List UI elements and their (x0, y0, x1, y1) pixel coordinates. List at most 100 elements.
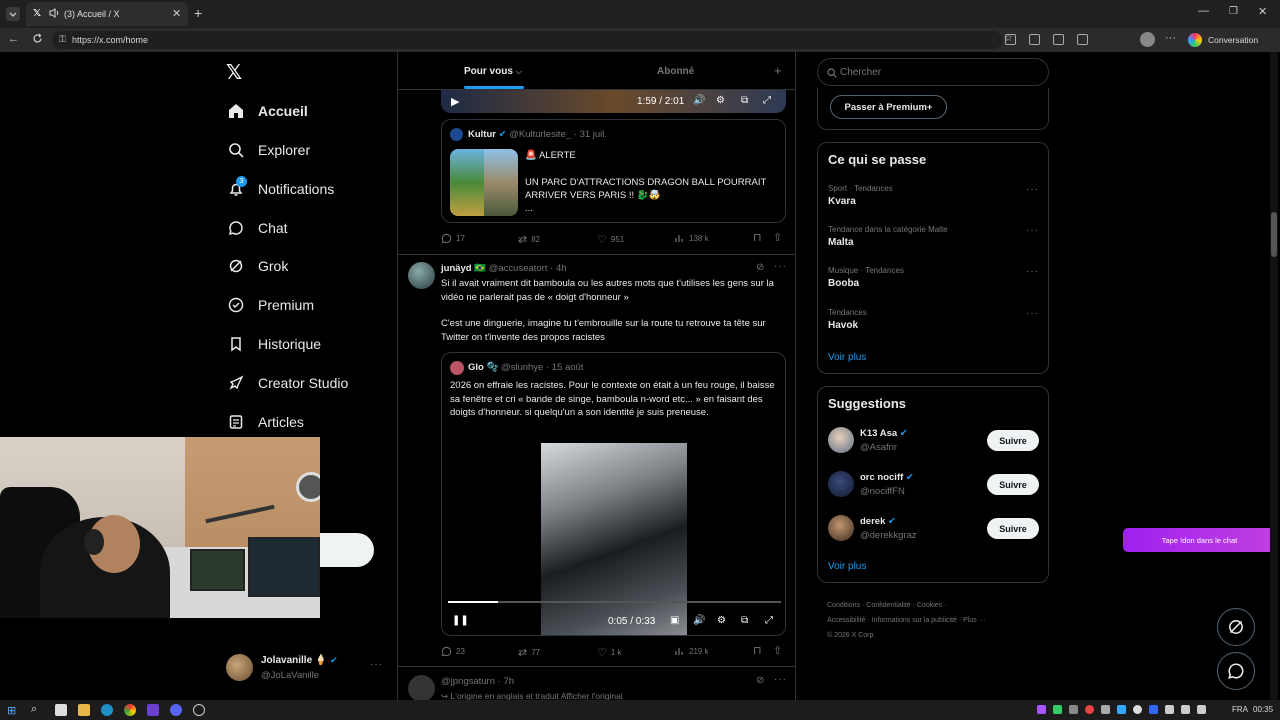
add-tab-icon[interactable]: + (774, 63, 782, 78)
like-button[interactable]: ♡ 951 (597, 233, 624, 246)
suggestion-row[interactable]: derek ✔ @derekkgraz Suivre (828, 513, 1040, 545)
new-tab-icon[interactable]: + (194, 5, 202, 21)
share-icon[interactable]: ⇧ (773, 644, 782, 657)
microphone-icon[interactable] (1133, 705, 1142, 714)
clock[interactable]: 00:35 (1253, 705, 1273, 714)
grok-icon[interactable]: ⊘ (756, 675, 764, 686)
volume-icon[interactable]: 🔊 (693, 615, 705, 626)
trends-see-more-link[interactable]: Voir plus (828, 352, 866, 363)
grok-floating-button[interactable] (1217, 608, 1255, 646)
reload-icon[interactable] (31, 32, 44, 45)
captions-icon[interactable]: ▣ (670, 615, 679, 626)
nav-premium[interactable]: Premium (228, 292, 314, 318)
nav-grok[interactable]: Grok (228, 253, 288, 279)
quote-card-2[interactable]: Glo 🫧 @slunhye · 15 août 2026 on effraie… (441, 352, 786, 636)
video-player-1[interactable]: ▶ 1:59 / 2:01 🔊 ⚙ ⧉ ⤢ (441, 90, 786, 113)
video-progress-track[interactable] (448, 601, 781, 603)
views-button[interactable]: 219 k (675, 646, 709, 656)
fullscreen-icon[interactable]: ⤢ (765, 615, 773, 626)
tray-app-icon[interactable] (1117, 705, 1126, 714)
tray-app-icon[interactable] (1101, 705, 1110, 714)
account-switcher[interactable]: Jolavanille 🍦 ✔ @JoLaVanille ··· (226, 652, 386, 684)
page-scrollbar[interactable] (1270, 52, 1278, 700)
tray-app-icon[interactable] (1085, 705, 1094, 714)
grok-icon[interactable]: ⊘ (756, 262, 764, 273)
share-icon[interactable]: ⇧ (773, 231, 782, 244)
nav-notifications[interactable]: 3 Notifications (228, 176, 334, 202)
play-icon[interactable]: ▶ (451, 95, 459, 108)
footer-line-2[interactable]: Accessibilité · Informations sur la publ… (827, 613, 1047, 628)
tab-close-icon[interactable]: ✕ (172, 7, 181, 20)
start-icon[interactable]: ⊞ (7, 704, 16, 717)
pip-icon[interactable]: ⧉ (741, 95, 748, 106)
network-icon[interactable] (1181, 705, 1190, 714)
settings-icon[interactable]: ⚙ (716, 95, 725, 106)
profile-avatar-icon[interactable] (1140, 32, 1155, 47)
reader-icon[interactable] (1029, 34, 1040, 45)
edge-icon[interactable] (101, 704, 113, 716)
puzzle-icon[interactable] (1077, 34, 1088, 45)
tray-app-icon[interactable] (1165, 705, 1174, 714)
tweet-2-handle[interactable]: @accuseatort (489, 263, 548, 274)
more-menu-icon[interactable]: ··· (1165, 32, 1176, 44)
views-button[interactable]: 138 k (675, 233, 709, 243)
discord-icon[interactable] (170, 704, 182, 716)
speaker-icon[interactable] (48, 7, 60, 19)
trend-more-icon[interactable]: ··· (1026, 266, 1039, 277)
language-indicator[interactable]: FRA (1232, 705, 1248, 714)
retweet-button[interactable]: ⇄ 77 (518, 646, 540, 659)
chrome-icon[interactable] (124, 704, 136, 716)
trend-more-icon[interactable]: ··· (1026, 225, 1039, 236)
like-button[interactable]: ♡ 1 k (597, 646, 622, 659)
task-view-icon[interactable] (55, 704, 67, 716)
tweet-3-time[interactable]: · 7h (498, 676, 514, 687)
follow-button[interactable]: Suivre (987, 474, 1039, 495)
search-input[interactable]: Chercher (817, 58, 1049, 86)
obs-icon[interactable] (193, 704, 205, 716)
tab-for-you[interactable]: Pour vous ⌵ (464, 66, 522, 77)
nav-chat[interactable]: Chat (228, 215, 288, 241)
trend-item[interactable]: Musique · Tendances Booba ··· (828, 266, 1038, 289)
follow-button[interactable]: Suivre (987, 430, 1039, 451)
reply-button[interactable]: 17 (441, 233, 465, 244)
retweet-button[interactable]: ⇄ 82 (518, 233, 540, 246)
tray-app-icon[interactable] (1069, 705, 1078, 714)
volume-icon[interactable] (1197, 705, 1206, 714)
copilot-icon[interactable] (1188, 33, 1202, 47)
settings-icon[interactable]: ⚙ (717, 615, 726, 626)
twitch-icon[interactable] (147, 704, 159, 716)
scrollbar-thumb[interactable] (1271, 212, 1277, 257)
tweet-2-time[interactable]: · 4h (550, 263, 566, 274)
browser-tab[interactable]: 𝕏 (3) Accueil / X ✕ (26, 2, 188, 26)
collections-icon[interactable] (1053, 34, 1064, 45)
suggestion-row[interactable]: orc nociff ✔ @nociffFN Suivre (828, 469, 1040, 501)
nav-home[interactable]: Accueil (228, 98, 308, 124)
follow-button[interactable]: Suivre (987, 518, 1039, 539)
minimize-icon[interactable]: — (1198, 5, 1209, 17)
bookmark-icon[interactable]: ⊓ (753, 644, 762, 657)
pause-icon[interactable]: ❚❚ (452, 615, 469, 626)
tweet-more-icon[interactable]: ··· (774, 261, 787, 272)
nav-history[interactable]: Historique (228, 331, 321, 357)
suggestions-see-more-link[interactable]: Voir plus (828, 561, 866, 572)
fullscreen-icon[interactable]: ⤢ (763, 95, 771, 106)
avatar[interactable] (408, 262, 435, 289)
tweet-3-handle[interactable]: @jpngsaturn (441, 676, 495, 687)
account-more-icon[interactable]: ··· (370, 659, 383, 670)
reply-button[interactable]: 23 (441, 646, 465, 657)
conversation-button[interactable]: Conversation (1208, 35, 1258, 45)
back-icon[interactable]: ← (8, 33, 19, 45)
pip-icon[interactable]: ⧉ (741, 615, 748, 626)
suggestion-row[interactable]: K13 Asa ✔ @Asafnr Suivre (828, 425, 1040, 457)
trend-item[interactable]: Tendance dans la catégorie Malte Malta ·… (828, 225, 1038, 248)
search-icon[interactable]: ⌕ (31, 703, 37, 716)
nav-articles[interactable]: Articles (228, 409, 304, 435)
tray-app-icon[interactable] (1037, 705, 1046, 714)
site-info-icon[interactable]: ⚿ (59, 34, 66, 45)
close-window-icon[interactable]: ✕ (1258, 5, 1267, 18)
quote-card-1[interactable]: Kultur ✔ @Kulturlesite_ · 31 juil. 🚨 ALE… (441, 119, 786, 223)
folder-icon[interactable] (78, 704, 90, 716)
footer-line-1[interactable]: Conditions · Confidentialité · Cookies · (827, 598, 1047, 613)
messages-floating-button[interactable] (1217, 652, 1255, 690)
maximize-icon[interactable]: ❐ (1229, 6, 1238, 17)
